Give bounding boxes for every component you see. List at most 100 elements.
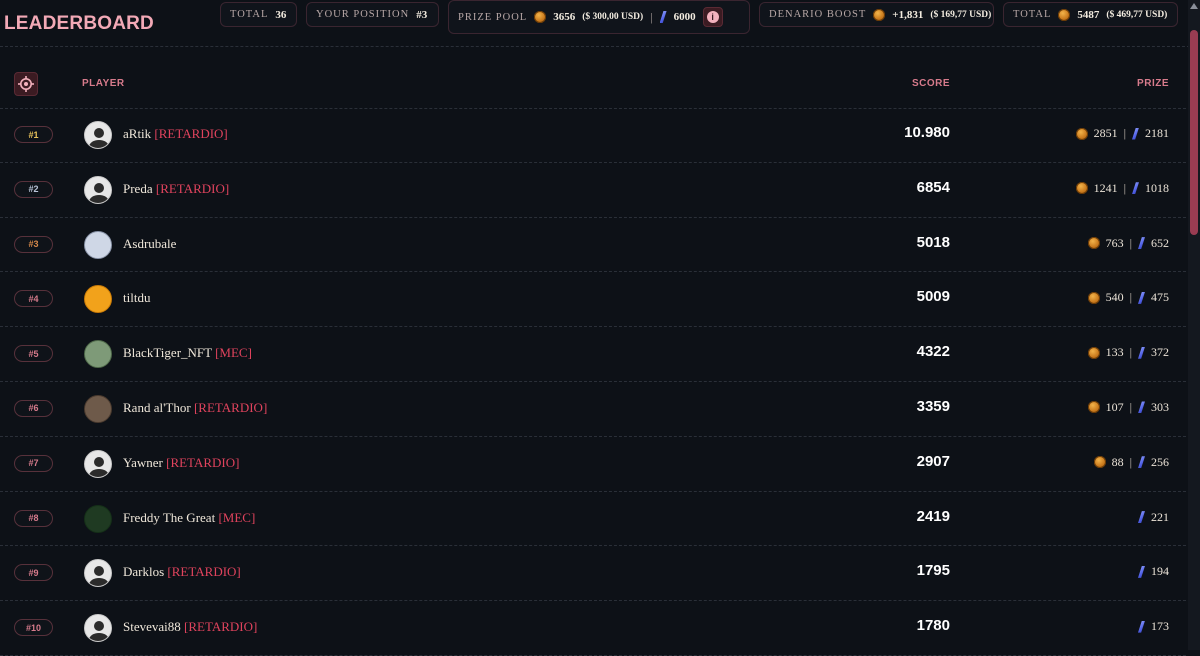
- gold-coin-icon: [1087, 237, 1100, 250]
- rank-text: #2: [28, 184, 39, 195]
- separator: |: [1129, 290, 1132, 305]
- position-label: YOUR POSITION: [316, 9, 410, 20]
- separator: |: [1123, 126, 1126, 140]
- table-row[interactable]: #6 Rand al'Thor [RETARDIO] 3359 107 | 30…: [0, 382, 1186, 437]
- team-tag: [RETARDIO]: [193, 399, 268, 415]
- rank-badge: #7: [14, 454, 53, 472]
- user-avatar-icon[interactable]: [84, 121, 112, 149]
- user-avatar-icon[interactable]: [84, 504, 112, 533]
- user-avatar-icon[interactable]: [84, 559, 112, 588]
- table-row[interactable]: #4 tiltdu 5009 540 | 475: [0, 272, 1186, 328]
- player-prize: 540 | 475: [1087, 290, 1169, 305]
- table-row[interactable]: #5 BlackTiger_NFT [MEC] 4322 133 | 372: [0, 327, 1186, 382]
- scrollbar[interactable]: [1188, 0, 1200, 650]
- team-tag: [RETARDIO]: [184, 619, 258, 635]
- player-prize: 88 | 256: [1093, 454, 1169, 470]
- rank-badge: #4: [14, 290, 53, 308]
- gold-coin-icon: [1058, 8, 1071, 21]
- blue-crystal-icon: [1138, 620, 1145, 633]
- table-row[interactable]: #10 Stevevai88 [RETARDIO] 1780 173: [0, 601, 1186, 656]
- player-name[interactable]: Darklos [RETARDIO]: [123, 564, 241, 580]
- scrollbar-thumb[interactable]: [1190, 30, 1198, 235]
- gold-coin-icon: [1075, 182, 1088, 195]
- player-name[interactable]: tiltdu: [123, 290, 150, 306]
- prize-crystals: 2181: [1145, 126, 1169, 140]
- table-row[interactable]: #2 Preda [RETARDIO] 6854 1241 | 1018: [0, 163, 1186, 218]
- team-tag: [RETARDIO]: [166, 454, 240, 470]
- gold-coin-icon: [1093, 456, 1106, 469]
- rank-badge: #8: [14, 509, 53, 527]
- player-score: 4322: [916, 343, 950, 361]
- table-row[interactable]: #8 Freddy The Great [MEC] 2419 221: [0, 492, 1186, 547]
- gold-coin-icon: [1075, 127, 1088, 140]
- player-score: 2907: [916, 452, 950, 470]
- rank-text: #4: [28, 293, 39, 304]
- column-header-score[interactable]: SCORE: [912, 78, 950, 89]
- player-prize: 1241 | 1018: [1075, 180, 1169, 196]
- rank-badge: #2: [14, 180, 53, 198]
- crosshair-target-icon[interactable]: [14, 72, 38, 96]
- rank-badge: #1: [14, 126, 53, 143]
- separator: |: [650, 9, 653, 24]
- user-avatar-icon[interactable]: [84, 340, 112, 369]
- rank-text: #1: [28, 129, 39, 140]
- player-score: 5009: [916, 288, 950, 306]
- user-avatar-icon[interactable]: [84, 175, 112, 204]
- player-name-text: BlackTiger_NFT: [123, 345, 212, 361]
- player-score: 1780: [916, 617, 950, 635]
- prize-crystals: 221: [1151, 509, 1169, 524]
- prize-coins: 763: [1105, 235, 1124, 250]
- user-avatar-icon[interactable]: [84, 285, 112, 314]
- table-row[interactable]: #3 Asdrubale 5018 763 | 652: [0, 218, 1186, 273]
- prize-pool-usd: ($ 300,00 USD): [582, 12, 644, 22]
- grand-total-stat: TOTAL 5487 ($ 469,77 USD): [1003, 2, 1178, 27]
- grand-total-label: TOTAL: [1013, 9, 1052, 20]
- prize-coins: 88: [1111, 454, 1124, 469]
- player-name[interactable]: aRtik [RETARDIO]: [123, 126, 228, 142]
- separator: |: [1129, 399, 1132, 414]
- player-score: 6854: [916, 178, 950, 196]
- player-score: 1795: [916, 562, 950, 580]
- player-name[interactable]: Yawner [RETARDIO]: [123, 455, 239, 471]
- player-name[interactable]: BlackTiger_NFT [MEC]: [123, 345, 252, 361]
- prize-crystals: 652: [1151, 235, 1169, 250]
- user-avatar-icon[interactable]: [84, 614, 112, 643]
- rank-text: #7: [28, 458, 39, 469]
- user-avatar-icon[interactable]: [84, 394, 112, 423]
- gold-coin-icon: [1087, 291, 1100, 304]
- scroll-up-icon[interactable]: [1190, 3, 1198, 9]
- player-name[interactable]: Asdrubale: [123, 236, 176, 252]
- user-avatar-icon[interactable]: [84, 230, 112, 259]
- blue-crystal-icon: [1138, 346, 1145, 359]
- prize-crystals: 194: [1151, 564, 1169, 579]
- team-tag: [RETARDIO]: [154, 126, 228, 141]
- info-button[interactable]: i: [702, 7, 723, 27]
- table-row[interactable]: #1 aRtik [RETARDIO] 10.980 2851 | 2181: [0, 108, 1186, 163]
- grand-total-value: 5487: [1077, 8, 1100, 21]
- player-name[interactable]: Preda [RETARDIO]: [123, 181, 229, 197]
- column-header-prize[interactable]: PRIZE: [1137, 78, 1169, 89]
- table-row[interactable]: #9 Darklos [RETARDIO] 1795 194: [0, 546, 1186, 602]
- player-prize: 107 | 303: [1087, 399, 1169, 415]
- blue-crystal-icon: [1138, 565, 1145, 578]
- player-name-text: Freddy The Great: [123, 509, 216, 525]
- player-prize: 194: [1138, 564, 1169, 579]
- player-name-text: Asdrubale: [123, 235, 177, 251]
- table-row[interactable]: #7 Yawner [RETARDIO] 2907 88 | 256: [0, 437, 1186, 492]
- player-name[interactable]: Rand al'Thor [RETARDIO]: [123, 400, 267, 416]
- column-header-player[interactable]: PLAYER: [82, 78, 125, 89]
- user-avatar-icon[interactable]: [84, 449, 112, 478]
- prize-coins: 1241: [1093, 180, 1118, 195]
- boost-value: +1,831: [892, 8, 924, 21]
- player-prize: 2851 | 2181: [1075, 126, 1169, 141]
- prize-pool-stat: PRIZE POOL 3656 ($ 300,00 USD) | 6000 i: [448, 0, 750, 34]
- player-name[interactable]: Stevevai88 [RETARDIO]: [123, 619, 257, 635]
- top-bar: LEADERBOARD TOTAL 36 YOUR POSITION #3 PR…: [0, 0, 1200, 47]
- team-tag: [MEC]: [215, 345, 252, 361]
- player-name[interactable]: Freddy The Great [MEC]: [123, 510, 255, 526]
- prize-coins: 133: [1105, 345, 1124, 360]
- prize-pool-label: PRIZE POOL: [458, 11, 528, 23]
- position-value: #3: [416, 8, 428, 21]
- player-name-text: tiltdu: [123, 290, 151, 306]
- player-name-text: Yawner: [123, 454, 163, 470]
